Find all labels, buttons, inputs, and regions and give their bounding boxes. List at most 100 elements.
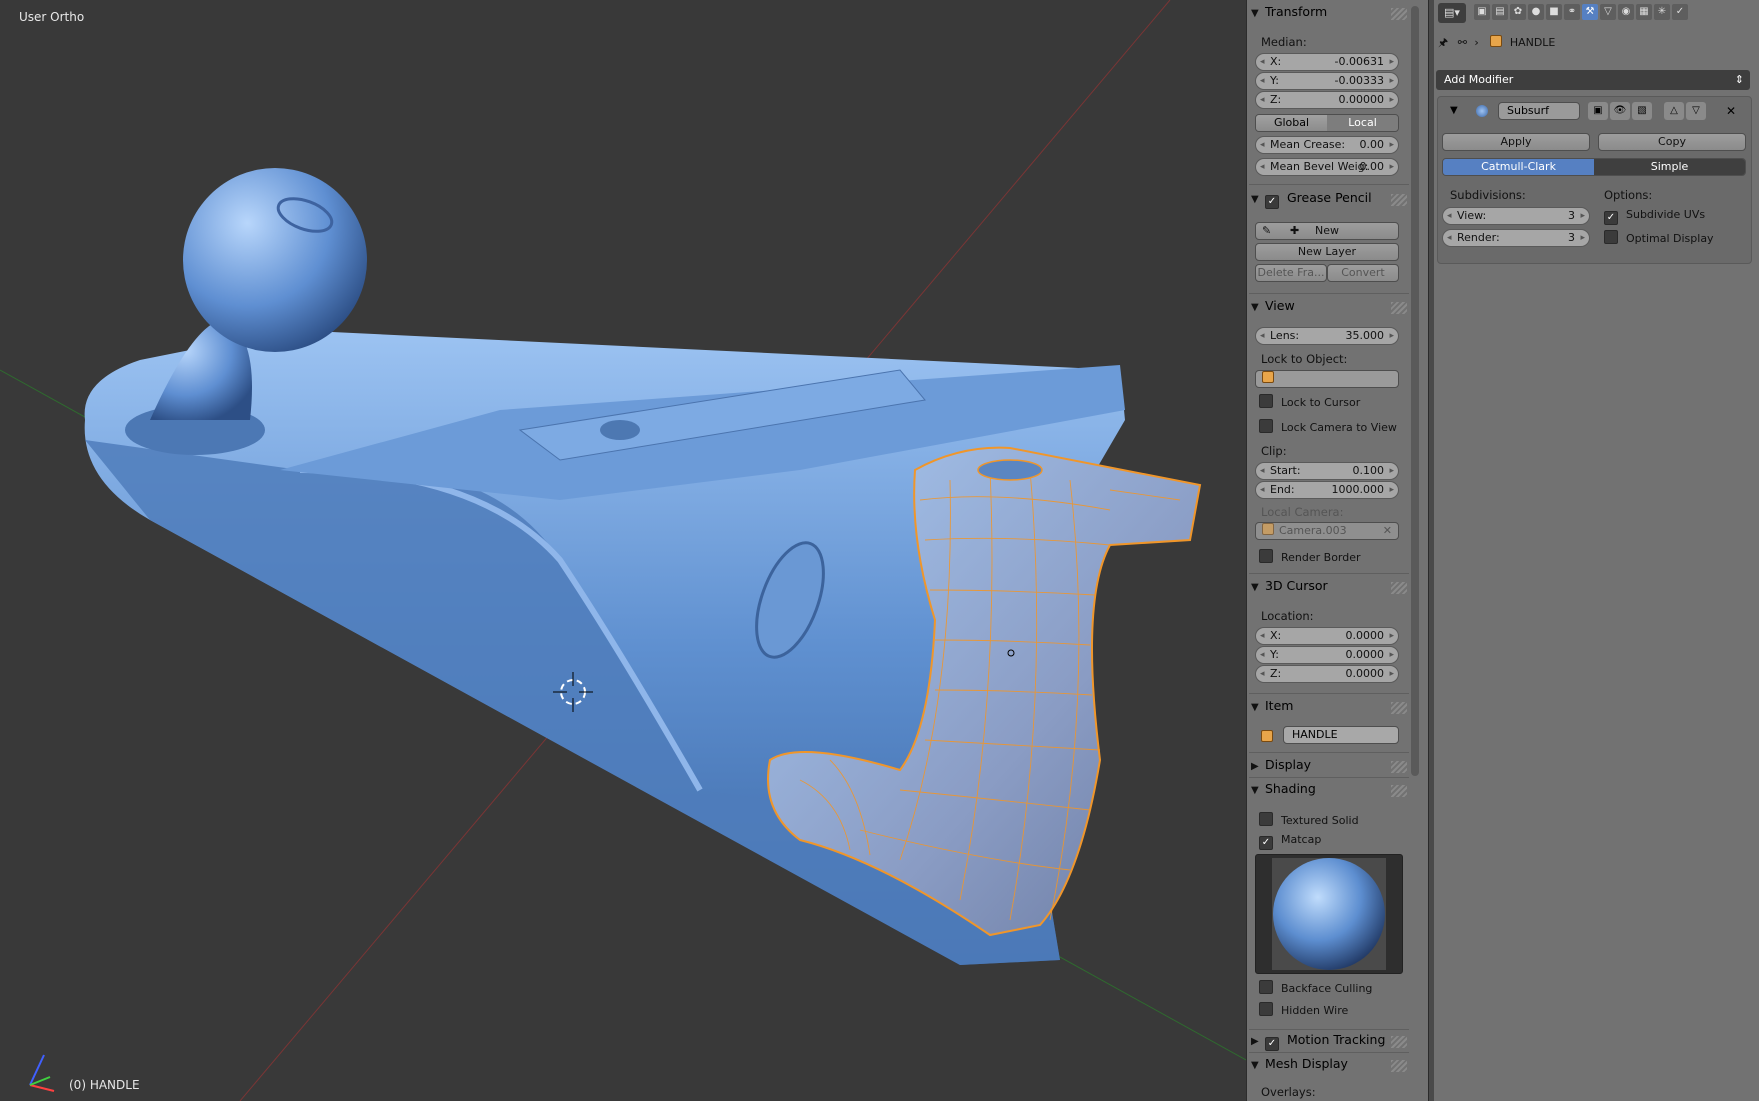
- delete-frame-button[interactable]: Delete Fra...: [1255, 264, 1327, 282]
- median-y-field[interactable]: Y: -0.00333: [1255, 72, 1399, 90]
- new-layer-button[interactable]: New Layer: [1255, 243, 1399, 261]
- apply-button[interactable]: Apply: [1442, 133, 1590, 151]
- particles-tab-icon[interactable]: ✳: [1654, 4, 1670, 20]
- checkbox-box[interactable]: [1259, 812, 1273, 826]
- copy-button[interactable]: Copy: [1598, 133, 1746, 151]
- editor-type-menu[interactable]: ▤▾: [1438, 3, 1466, 23]
- mean-crease-field[interactable]: Mean Crease: 0.00: [1255, 136, 1399, 154]
- textured-solid-checkbox[interactable]: Textured Solid: [1259, 812, 1359, 828]
- convert-button[interactable]: Convert: [1327, 264, 1399, 282]
- scene-tab-icon[interactable]: ✿: [1510, 4, 1526, 20]
- modifiers-tab-icon[interactable]: ⚒: [1582, 4, 1598, 20]
- viewport-scene[interactable]: [0, 0, 1246, 1101]
- cursor-panel-header[interactable]: ▼ 3D Cursor: [1251, 578, 1411, 600]
- hidden-wire-checkbox[interactable]: Hidden Wire: [1259, 1002, 1348, 1018]
- add-modifier-dropdown[interactable]: Add Modifier ⇕: [1436, 70, 1750, 90]
- physics-tab-icon[interactable]: ✓: [1672, 4, 1688, 20]
- checkbox-box[interactable]: ✓: [1259, 836, 1273, 850]
- grip-icon[interactable]: [1391, 582, 1407, 594]
- 3d-viewport[interactable]: User Ortho (0) HANDLE: [0, 0, 1246, 1101]
- local-button[interactable]: Local: [1327, 115, 1398, 131]
- transform-header-label: Transform: [1265, 4, 1328, 19]
- subdivision-type-toggle[interactable]: Catmull-Clark Simple: [1442, 158, 1746, 176]
- data-tab-icon[interactable]: ▽: [1600, 4, 1616, 20]
- subdivide-uvs-checkbox[interactable]: ✓ Subdivide UVs: [1604, 208, 1705, 225]
- checkbox-box[interactable]: [1259, 419, 1273, 433]
- grip-icon[interactable]: [1391, 1060, 1407, 1072]
- checkbox-box[interactable]: [1259, 549, 1273, 563]
- lock-camera-checkbox[interactable]: Lock Camera to View: [1259, 419, 1397, 435]
- simple-button[interactable]: Simple: [1594, 159, 1745, 175]
- view-panel-header[interactable]: ▼ View: [1251, 298, 1411, 320]
- modifier-name-field[interactable]: Subsurf: [1498, 102, 1580, 120]
- median-x-field[interactable]: X: -0.00631: [1255, 53, 1399, 71]
- cursor-y-value: 0.0000: [1345, 648, 1385, 661]
- clip-start-field[interactable]: Start: 0.100: [1255, 462, 1399, 480]
- matcap-checkbox[interactable]: ✓ Matcap: [1259, 833, 1321, 850]
- close-icon[interactable]: ✕: [1722, 102, 1740, 120]
- cursor-y-field[interactable]: Y: 0.0000: [1255, 646, 1399, 664]
- mean-bevel-field[interactable]: Mean Bevel Weig:0.00: [1255, 158, 1399, 176]
- move-up-icon[interactable]: △: [1664, 102, 1684, 120]
- pin-icon[interactable]: 🖈: [1438, 36, 1448, 49]
- grip-icon[interactable]: [1391, 785, 1407, 797]
- world-tab-icon[interactable]: ●: [1528, 4, 1544, 20]
- global-button[interactable]: Global: [1256, 115, 1327, 131]
- clip-end-field[interactable]: End: 1000.000: [1255, 481, 1399, 499]
- render-border-checkbox[interactable]: Render Border: [1259, 549, 1361, 565]
- render-levels-field[interactable]: Render: 3: [1442, 229, 1590, 247]
- grip-icon[interactable]: [1391, 302, 1407, 314]
- checkbox-box[interactable]: [1259, 394, 1273, 408]
- constraints-tab-icon[interactable]: ⚭: [1564, 4, 1580, 20]
- grip-icon[interactable]: [1391, 761, 1407, 773]
- move-down-icon[interactable]: ▽: [1686, 102, 1706, 120]
- display-panel-header[interactable]: ▶ Display: [1251, 757, 1411, 779]
- matcap-preview[interactable]: [1255, 854, 1403, 974]
- properties-editor: ▤▾ ▣ ▤ ✿ ● ■ ⚭ ⚒ ▽ ◉ ▦ ✳ ✓ 🖈 ⚯ › HANDLE …: [1434, 0, 1759, 1101]
- object-tab-icon[interactable]: ■: [1546, 4, 1562, 20]
- grease-pencil-checkbox[interactable]: ✓: [1265, 195, 1279, 209]
- grip-icon[interactable]: [1391, 1036, 1407, 1048]
- catmull-clark-button[interactable]: Catmull-Clark: [1443, 159, 1594, 175]
- material-tab-icon[interactable]: ◉: [1618, 4, 1634, 20]
- motion-tracking-checkbox[interactable]: ✓: [1265, 1037, 1279, 1051]
- render-tab-icon[interactable]: ▣: [1474, 4, 1490, 20]
- motion-tracking-panel-header[interactable]: ▶ ✓ Motion Tracking: [1251, 1032, 1411, 1054]
- grease-pencil-new-button[interactable]: ✎ ✚ New: [1255, 222, 1399, 240]
- lock-object-field[interactable]: [1255, 370, 1399, 388]
- view-levels-field[interactable]: View: 3: [1442, 207, 1590, 225]
- global-local-toggle[interactable]: Global Local: [1255, 114, 1399, 132]
- render-layers-tab-icon[interactable]: ▤: [1492, 4, 1508, 20]
- motion-tracking-header-label: Motion Tracking: [1287, 1032, 1386, 1047]
- shelf-scrollbar[interactable]: [1411, 6, 1419, 776]
- camera-object-icon: [1262, 523, 1274, 535]
- mean-bevel-value: 0.00: [1359, 160, 1385, 173]
- lens-field[interactable]: Lens: 35.000: [1255, 327, 1399, 345]
- eye-icon[interactable]: 👁: [1610, 102, 1630, 120]
- collapse-triangle-icon[interactable]: ▼: [1450, 105, 1458, 116]
- checkbox-box[interactable]: [1259, 1002, 1273, 1016]
- grip-icon[interactable]: [1391, 8, 1407, 20]
- shading-panel-header[interactable]: ▼ Shading: [1251, 781, 1411, 803]
- local-camera-field[interactable]: Camera.003 ✕: [1255, 522, 1399, 540]
- grease-pencil-panel-header[interactable]: ▼ ✓ Grease Pencil: [1251, 190, 1411, 212]
- optimal-display-checkbox[interactable]: Optimal Display: [1604, 230, 1714, 246]
- checkbox-box[interactable]: ✓: [1604, 211, 1618, 225]
- grip-icon[interactable]: [1391, 194, 1407, 206]
- editmode-toggle-icon[interactable]: ▧: [1632, 102, 1652, 120]
- mesh-display-panel-header[interactable]: ▼ Mesh Display: [1251, 1056, 1411, 1078]
- backface-culling-checkbox[interactable]: Backface Culling: [1259, 980, 1372, 996]
- checkbox-box[interactable]: [1259, 980, 1273, 994]
- lock-to-cursor-checkbox[interactable]: Lock to Cursor: [1259, 394, 1360, 410]
- camera-toggle-icon[interactable]: ▣: [1588, 102, 1608, 120]
- cursor-z-field[interactable]: Z: 0.0000: [1255, 665, 1399, 683]
- median-z-field[interactable]: Z: 0.00000: [1255, 91, 1399, 109]
- cursor-x-field[interactable]: X: 0.0000: [1255, 627, 1399, 645]
- clear-icon[interactable]: ✕: [1383, 523, 1392, 539]
- grip-icon[interactable]: [1391, 702, 1407, 714]
- checkbox-box[interactable]: [1604, 230, 1618, 244]
- texture-tab-icon[interactable]: ▦: [1636, 4, 1652, 20]
- item-name-field[interactable]: HANDLE: [1283, 726, 1399, 744]
- transform-panel-header[interactable]: ▼ Transform: [1251, 4, 1411, 26]
- item-panel-header[interactable]: ▼ Item: [1251, 698, 1411, 720]
